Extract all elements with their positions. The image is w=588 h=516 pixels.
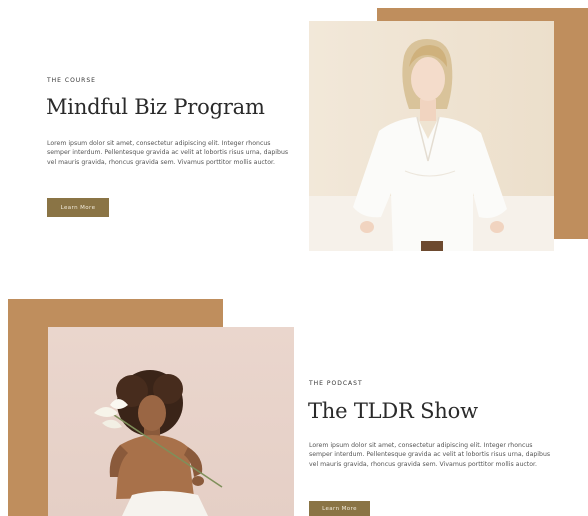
podcast-description: Lorem ipsum dolor sit amet, consectetur … xyxy=(309,442,551,468)
course-photo xyxy=(309,21,554,251)
course-description: Lorem ipsum dolor sit amet, consectetur … xyxy=(47,140,289,166)
podcast-photo xyxy=(48,327,294,516)
podcast-learn-more-button[interactable]: Learn More xyxy=(309,501,370,516)
course-title: Mindful Biz Program xyxy=(46,95,265,119)
course-learn-more-button[interactable]: Learn More xyxy=(47,198,109,217)
course-eyebrow: THE COURSE xyxy=(47,77,96,84)
podcast-title: The TLDR Show xyxy=(308,399,478,423)
podcast-eyebrow: THE PODCAST xyxy=(309,380,363,387)
